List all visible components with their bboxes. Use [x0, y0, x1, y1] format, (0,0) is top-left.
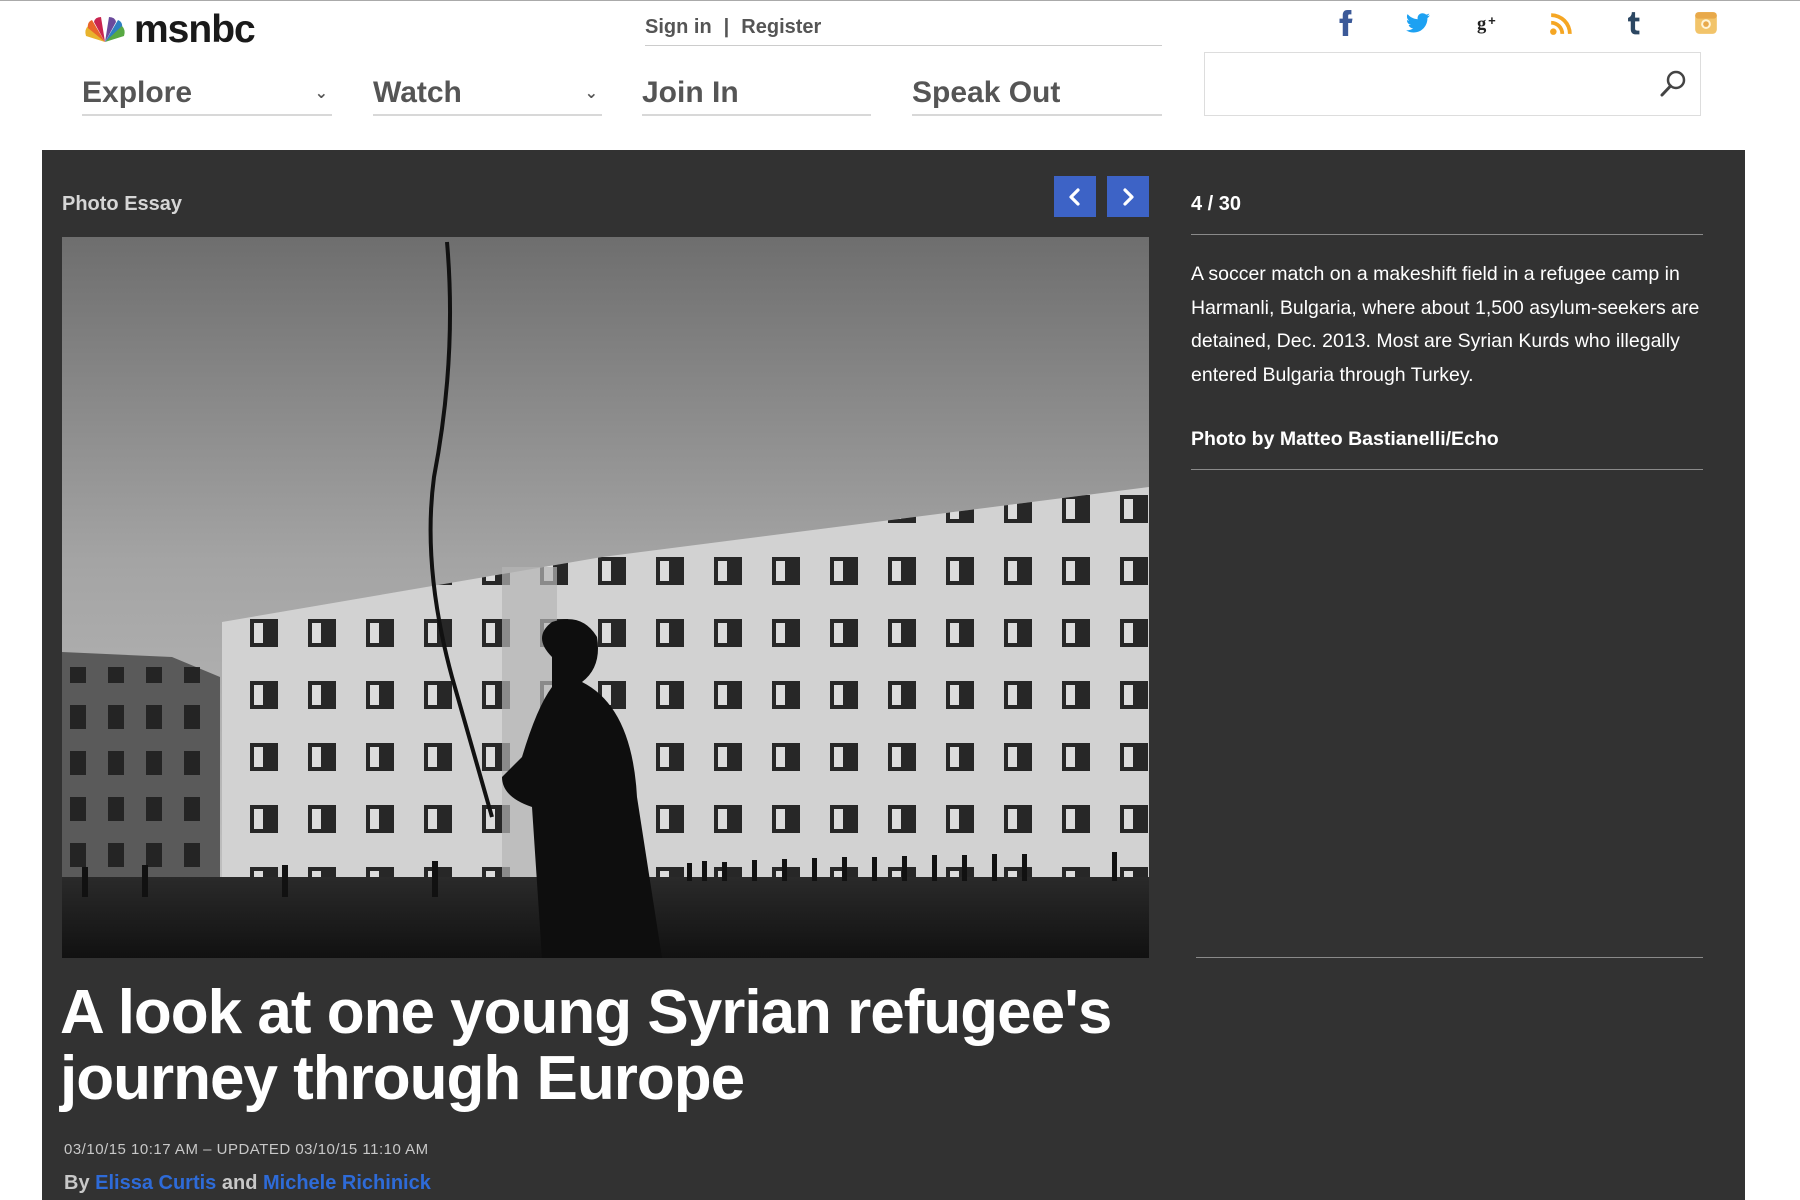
chevron-left-icon [1069, 187, 1080, 206]
chevron-right-icon [1123, 187, 1134, 206]
nav-explore-label: Explore [82, 76, 193, 109]
chevron-down-icon: ⌄ [314, 85, 328, 102]
search-input[interactable] [1205, 53, 1645, 115]
photo-counter: 4 / 30 [1191, 193, 1242, 215]
author-link-2[interactable]: Michele Richinick [263, 1172, 431, 1194]
register-link[interactable]: Register [741, 16, 821, 39]
nav-speak-out-label: Speak Out [912, 76, 1061, 109]
chevron-down-icon: ⌄ [584, 85, 598, 102]
nav-speak-out[interactable]: Speak Out [912, 72, 1162, 116]
nav-join-in-label: Join In [642, 76, 739, 109]
article-dateline: 03/10/15 10:17 AM – UPDATED 03/10/15 11:… [64, 1141, 429, 1158]
nav-explore[interactable]: Explore ⌄ [82, 72, 332, 116]
byline-and: and [221, 1172, 258, 1194]
rss-icon[interactable] [1526, 8, 1598, 38]
article-headline: A look at one young Syrian refugee's jou… [60, 978, 1112, 1113]
logo-text: msnbc [134, 8, 256, 51]
refugee-camp-photo [62, 237, 1149, 958]
tumblr-icon[interactable] [1598, 8, 1670, 38]
next-photo-button[interactable] [1107, 176, 1149, 217]
google-plus-icon[interactable]: g + [1454, 8, 1526, 38]
byline-prefix: By [64, 1172, 90, 1194]
gallery-photo[interactable] [62, 237, 1149, 958]
photo-credit: Photo by Matteo Bastianelli/Echo [1191, 428, 1499, 450]
divider [1196, 957, 1703, 958]
article-byline: By Elissa Curtis and Michele Richinick [64, 1172, 431, 1195]
nav-watch-label: Watch [373, 76, 462, 109]
divider [1191, 469, 1703, 470]
account-separator: | [723, 16, 730, 38]
msnbc-logo[interactable]: msnbc [82, 8, 256, 51]
nav-join-in[interactable]: Join In [642, 72, 871, 116]
twitter-icon[interactable] [1382, 8, 1454, 38]
svg-text:g: g [1477, 14, 1487, 35]
search-icon[interactable] [1658, 69, 1688, 99]
svg-text:+: + [1488, 13, 1496, 28]
divider [1191, 234, 1703, 235]
section-label: Photo Essay [62, 193, 183, 215]
social-links: g + [1310, 8, 1742, 38]
facebook-icon[interactable] [1310, 8, 1382, 38]
sign-in-link[interactable]: Sign in [645, 16, 712, 39]
previous-photo-button[interactable] [1054, 176, 1096, 217]
account-links: Sign in | Register [645, 10, 1162, 46]
nav-watch[interactable]: Watch ⌄ [373, 72, 602, 116]
author-link-1[interactable]: Elissa Curtis [95, 1172, 216, 1194]
photo-caption: A soccer match on a makeshift field in a… [1191, 263, 1700, 386]
search-box [1204, 52, 1701, 116]
instagram-icon[interactable] [1670, 8, 1742, 38]
peacock-icon [85, 17, 125, 42]
top-border [0, 0, 1800, 1]
